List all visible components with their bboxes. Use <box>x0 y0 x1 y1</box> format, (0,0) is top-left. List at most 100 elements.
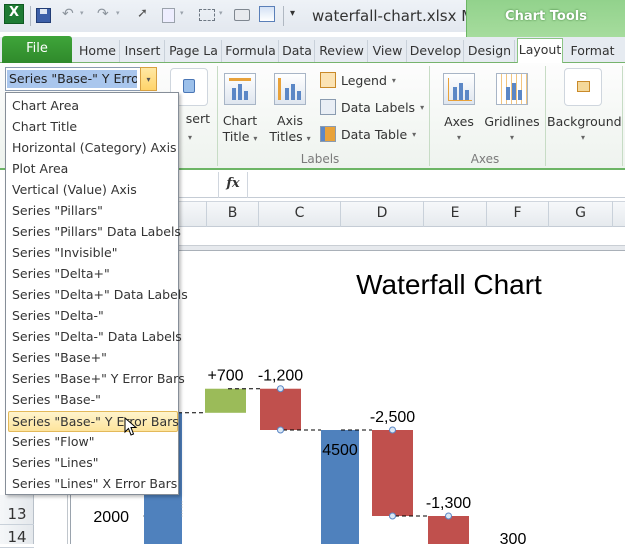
axes-dropdown-icon: ▾ <box>456 133 461 142</box>
column-header-d[interactable]: D <box>341 201 424 227</box>
data-labels-button[interactable]: Data Labels ▾ <box>320 99 424 115</box>
dropdown-item[interactable]: Series "Base-" Y Error Bars <box>8 411 179 432</box>
decrease-data-label[interactable]: -2,500 <box>370 409 415 426</box>
decrease-data-label[interactable]: -1,300 <box>426 495 471 512</box>
legend-icon <box>320 72 336 88</box>
tab-review[interactable]: Review <box>316 40 368 62</box>
dropdown-item[interactable]: Plot Area <box>8 159 178 180</box>
undo-dropdown-icon[interactable]: ▾ <box>80 9 98 27</box>
decrease-bar[interactable] <box>260 388 301 430</box>
dropdown-item[interactable]: Chart Area <box>8 96 178 117</box>
dropdown-item[interactable]: Vertical (Value) Axis <box>8 180 178 201</box>
decrease-bar[interactable] <box>372 430 413 516</box>
chart-tools-context-label: Chart Tools <box>466 0 625 37</box>
column-header-e[interactable]: E <box>424 201 487 227</box>
sheet-cells[interactable] <box>34 495 68 544</box>
legend-label: Legend <box>341 72 387 88</box>
column-header-a[interactable] <box>178 201 207 227</box>
chart-element-dropdown-button[interactable]: ▾ <box>140 67 157 91</box>
data-labels-dropdown-icon: ▾ <box>420 102 425 112</box>
column-header-c[interactable]: C <box>259 201 341 227</box>
tab-format[interactable]: Format <box>565 40 620 62</box>
row-header-14[interactable]: 14 <box>0 526 34 548</box>
error-bar-selection-handle[interactable] <box>277 426 284 434</box>
dropdown-item[interactable]: Series "Lines" <box>8 453 178 474</box>
camera-icon[interactable] <box>234 9 250 21</box>
column-header-g[interactable]: G <box>549 201 613 227</box>
pillar-data-label[interactable]: 4500 <box>322 442 358 459</box>
dropdown-item[interactable]: Series "Base+" Y Error Bars <box>8 369 185 390</box>
increase-data-label[interactable]: +700 <box>207 368 243 385</box>
tab-view[interactable]: View <box>369 40 407 62</box>
dropdown-item[interactable]: Series "Delta-" <box>8 306 178 327</box>
tab-layout[interactable]: Layout <box>517 38 563 64</box>
axes-button[interactable]: Axes ▾ <box>438 73 480 146</box>
tab-insert[interactable]: Insert <box>121 40 165 62</box>
data-table-dropdown-icon: ▾ <box>412 129 417 139</box>
dropdown-item[interactable]: Horizontal (Category) Axis <box>8 138 178 159</box>
row-header-13[interactable]: 13 <box>0 503 34 525</box>
gridlines-button[interactable]: Gridlines ▾ <box>484 73 540 146</box>
dropdown-item[interactable]: Series "Base+" <box>8 348 178 369</box>
error-bar-selection-handle[interactable] <box>445 512 452 520</box>
data-table-button[interactable]: Data Table ▾ <box>320 126 416 142</box>
dropdown-item[interactable]: Series "Flow" <box>8 432 178 453</box>
dropdown-item[interactable]: Series "Delta-" Data Labels <box>8 327 182 348</box>
axes-label: Axes <box>444 114 474 129</box>
excel-logo-icon[interactable]: X <box>4 4 24 24</box>
dropdown-item[interactable]: Chart Title <box>8 117 178 138</box>
axes-icon <box>443 73 475 105</box>
mouse-cursor-icon <box>124 417 138 436</box>
error-bar-selection-handle[interactable] <box>389 426 396 434</box>
tab-page-layout[interactable]: Page La <box>166 40 222 62</box>
redo-dropdown-icon[interactable]: ▾ <box>116 9 134 27</box>
tab-formulas[interactable]: Formula <box>223 40 279 62</box>
dropdown-item[interactable]: Series "Pillars" <box>8 201 178 222</box>
freeform-shape-icon[interactable] <box>199 9 215 21</box>
redo-icon[interactable]: ↷ <box>97 6 115 24</box>
paste-special-icon[interactable] <box>162 8 175 23</box>
chart-title-label-1: Chart <box>222 113 258 128</box>
decrease-bar[interactable] <box>428 516 469 548</box>
pane-splitter[interactable] <box>178 245 625 251</box>
select-objects-icon[interactable]: ➚ <box>137 6 155 24</box>
chart-resize-grip[interactable]: ⋮ ⋮ <box>178 500 186 520</box>
dropdown-item[interactable]: Series "Delta+" <box>8 264 178 285</box>
increase-bar[interactable] <box>205 388 246 413</box>
chart-title[interactable]: Waterfall Chart <box>356 269 542 300</box>
background-button[interactable]: Background ▾ <box>547 68 622 146</box>
chart-element-dropdown-list: Chart Area Chart Title Horizontal (Categor… <box>5 92 188 495</box>
chart-element-selector-value[interactable]: Series "Base-" Y Error <box>7 70 137 88</box>
axis-titles-button[interactable]: Axis Titles ▾ <box>268 73 312 147</box>
error-bar-selection-handle[interactable] <box>277 385 284 393</box>
tab-design[interactable]: Design <box>465 40 515 62</box>
dropdown-item[interactable]: Series "Pillars" Data Labels <box>8 222 181 243</box>
dropdown-item[interactable]: Series "Delta+" Data Labels <box>8 285 188 306</box>
background-icon <box>564 68 602 106</box>
chart-title-label-2: Title <box>222 129 250 144</box>
tab-file[interactable]: File <box>2 36 72 63</box>
axis-titles-icon <box>274 73 306 105</box>
chart-title-button[interactable]: Chart Title ▾ <box>220 73 260 147</box>
error-bar-selection-handle[interactable] <box>389 512 396 520</box>
save-icon[interactable] <box>36 8 51 23</box>
dropdown-item[interactable]: Series "Base-" <box>8 390 178 411</box>
column-header-f[interactable]: F <box>487 201 549 227</box>
legend-button[interactable]: Legend ▾ <box>320 72 396 88</box>
dropdown-item[interactable]: Series "Lines" X Error Bars <box>8 474 178 495</box>
column-header-b[interactable]: B <box>207 201 259 227</box>
insert-function-icon[interactable]: fx <box>218 172 248 198</box>
tab-developer[interactable]: Develop <box>408 40 464 62</box>
customize-qat-icon[interactable]: ▾ <box>290 8 308 26</box>
gridlines-dropdown-icon: ▾ <box>509 133 514 142</box>
paste-dropdown-icon[interactable]: ▾ <box>180 9 198 27</box>
tab-data[interactable]: Data <box>280 40 315 62</box>
labels-group-label: Labels <box>300 152 340 166</box>
undo-icon[interactable]: ↶ <box>62 6 80 24</box>
form-icon[interactable] <box>259 6 275 22</box>
decrease-data-label[interactable]: -1,200 <box>258 368 303 385</box>
dropdown-item[interactable]: Series "Invisible" <box>8 243 178 264</box>
tab-home[interactable]: Home <box>76 40 120 62</box>
gridlines-label: Gridlines <box>484 114 540 129</box>
data-label[interactable]: 300 <box>500 531 527 548</box>
